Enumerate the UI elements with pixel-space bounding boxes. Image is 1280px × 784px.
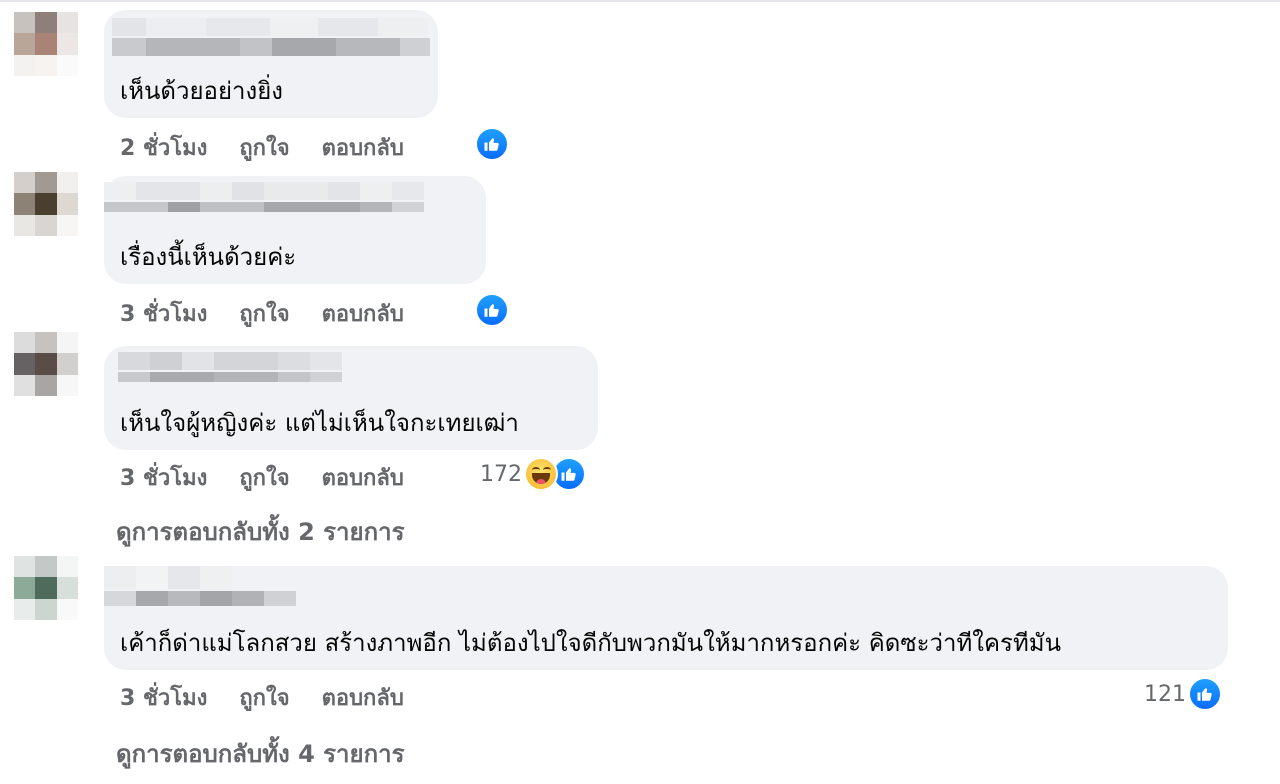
reaction-count: 121 [1144,681,1186,707]
reply-button[interactable]: ตอบกลับ [322,680,404,715]
comment-timestamp[interactable]: 2 ชั่วโมง [120,130,207,165]
reaction-summary[interactable] [473,293,509,327]
comment-actions: 3 ชั่วโมง ถูกใจ ตอบกลับ [120,460,436,495]
like-button[interactable]: ถูกใจ [239,680,289,715]
like-button[interactable]: ถูกใจ [239,460,289,495]
reaction-summary[interactable] [473,127,509,161]
author-name-blurred[interactable] [104,182,424,222]
haha-icon [524,457,558,491]
comment-bubble: เค้าก็ด่าแม่โลกสวย สร้างภาพอีก ไม่ต้องไป… [104,566,1228,670]
reaction-summary[interactable]: 172 [480,457,586,491]
comment-actions: 3 ชั่วโมง ถูกใจ ตอบกลับ [120,296,436,331]
avatar[interactable] [14,332,78,396]
reaction-count: 172 [480,461,522,487]
comment-timestamp[interactable]: 3 ชั่วโมง [120,680,207,715]
comment-text: เห็นด้วยอย่างยิ่ง [120,77,284,105]
comment-text: เรื่องนี้เห็นด้วยค่ะ [120,243,297,271]
like-icon [475,127,509,161]
view-replies-link[interactable]: ดูการตอบกลับทั้ง 2 รายการ [116,512,404,551]
comment-bubble: เรื่องนี้เห็นด้วยค่ะ [104,176,486,284]
top-divider [0,0,1280,2]
reaction-summary[interactable]: 121 [1144,677,1222,711]
comment-actions: 3 ชั่วโมง ถูกใจ ตอบกลับ [120,680,436,715]
avatar[interactable] [14,556,78,620]
comment-timestamp[interactable]: 3 ชั่วโมง [120,296,207,331]
comment-timestamp[interactable]: 3 ชั่วโมง [120,460,207,495]
view-replies-link[interactable]: ดูการตอบกลับทั้ง 4 รายการ [116,734,404,773]
like-icon [475,293,509,327]
reply-button[interactable]: ตอบกลับ [322,460,404,495]
like-button[interactable]: ถูกใจ [239,130,289,165]
avatar[interactable] [14,172,78,236]
avatar[interactable] [14,12,78,76]
author-name-blurred[interactable] [104,566,296,606]
comment-text: เค้าก็ด่าแม่โลกสวย สร้างภาพอีก ไม่ต้องไป… [120,629,1061,657]
comment-actions: 2 ชั่วโมง ถูกใจ ตอบกลับ [120,130,436,165]
like-icon [1188,677,1222,711]
like-button[interactable]: ถูกใจ [239,296,289,331]
reply-button[interactable]: ตอบกลับ [322,130,404,165]
comment-bubble: เห็นใจผู้หญิงค่ะ แต่ไม่เห็นใจกะเทยเฒ่า [104,346,598,450]
comment-bubble: เห็นด้วยอย่างยิ่ง [104,10,438,118]
author-name-blurred[interactable] [118,352,342,392]
comment-text: เห็นใจผู้หญิงค่ะ แต่ไม่เห็นใจกะเทยเฒ่า [120,409,519,437]
author-name-blurred[interactable] [112,18,430,58]
reply-button[interactable]: ตอบกลับ [322,296,404,331]
